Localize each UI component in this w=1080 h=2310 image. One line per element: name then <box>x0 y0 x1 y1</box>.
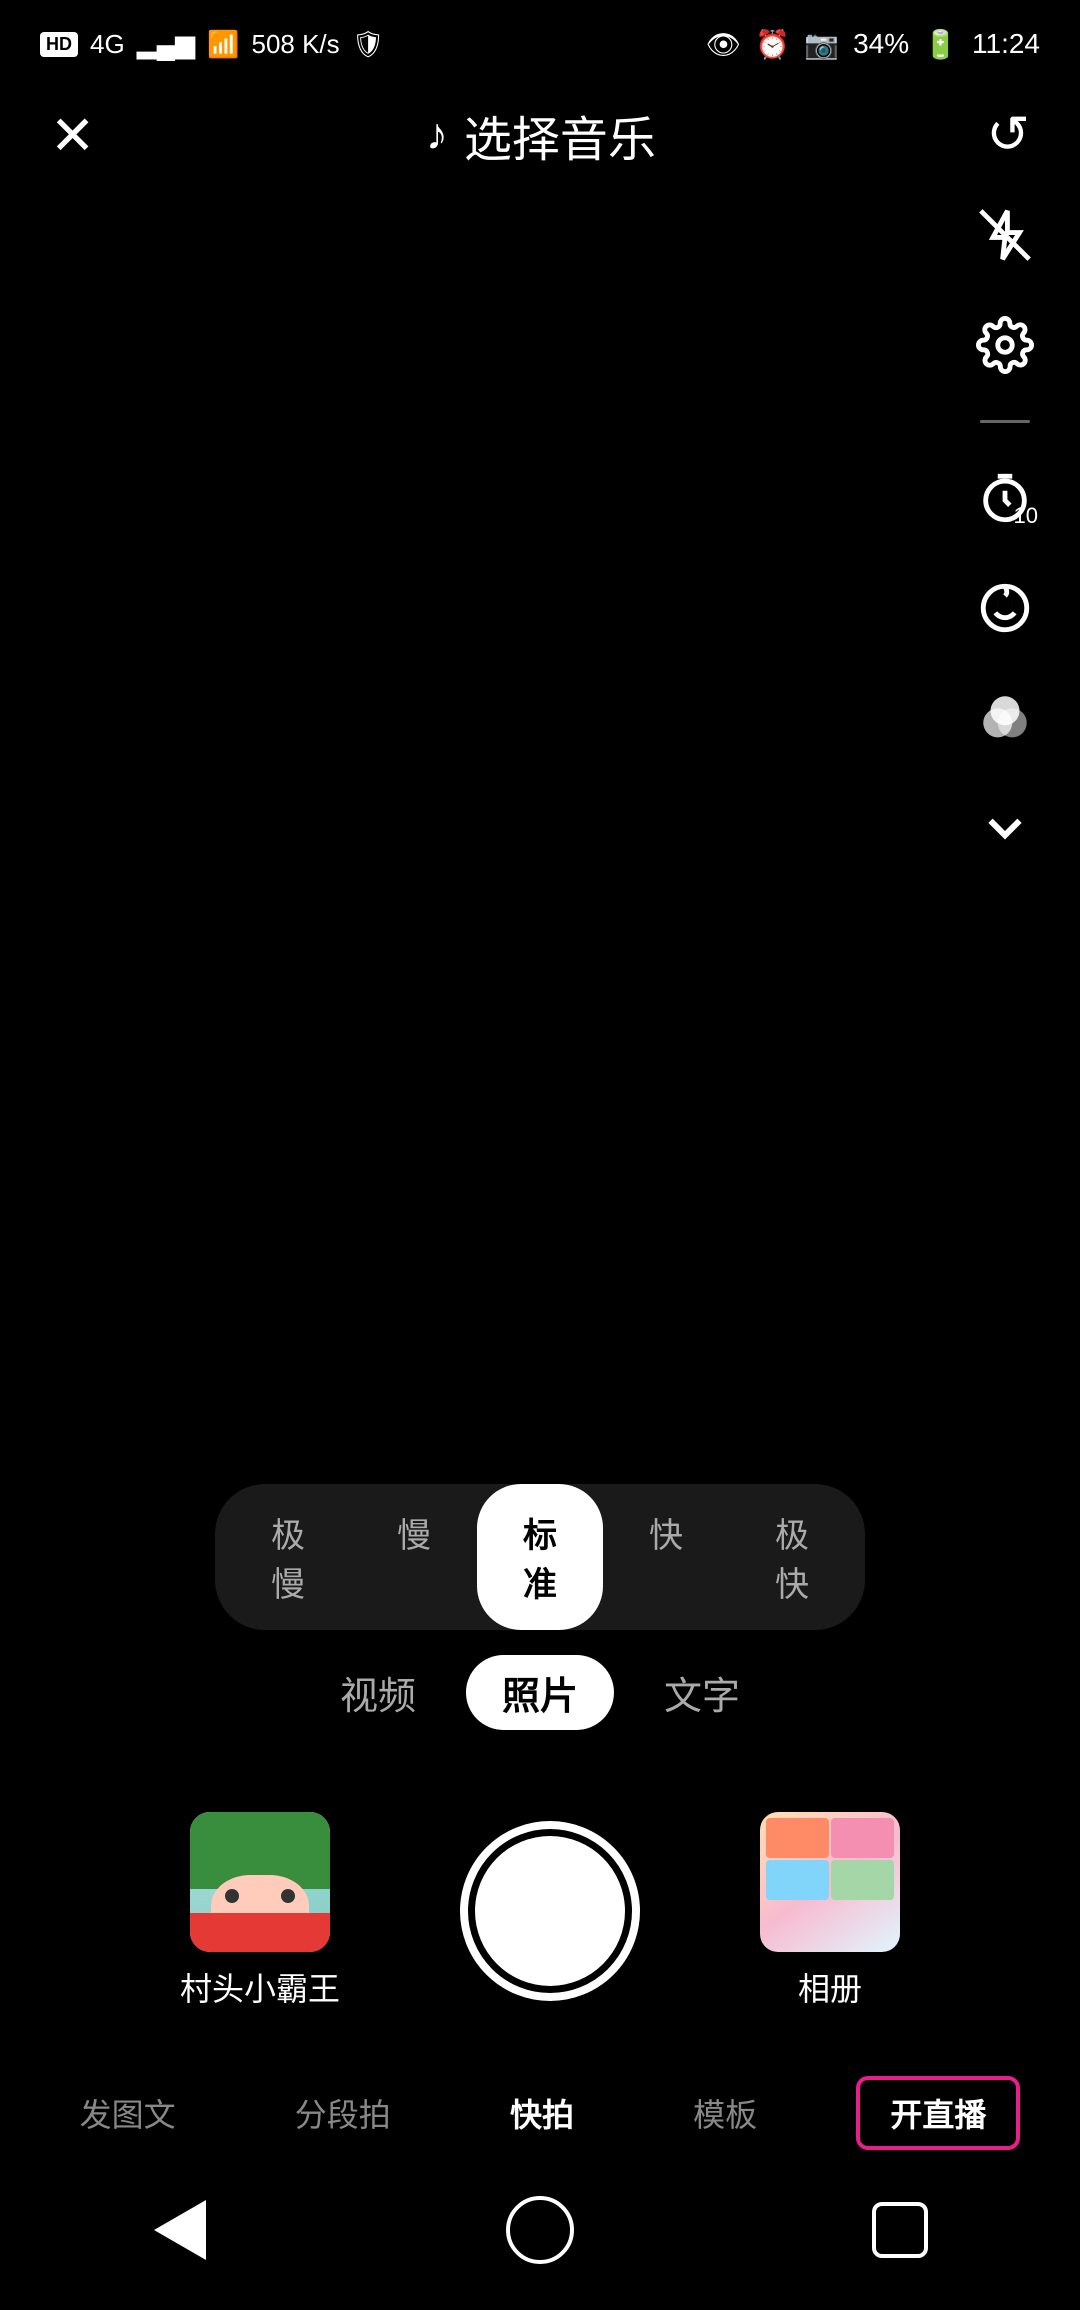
album-cell-4 <box>831 1860 894 1900</box>
tab-segmented[interactable]: 分段拍 <box>275 2080 411 2146</box>
wifi-icon: 📶 <box>207 29 239 60</box>
camera-controls: 村头小霸王 相册 <box>0 1812 1080 2010</box>
settings-button[interactable] <box>970 310 1040 380</box>
tab-quick-photo[interactable]: 快拍 <box>490 2080 594 2146</box>
baby-eyes <box>225 1889 295 1903</box>
expand-button[interactable] <box>970 793 1040 863</box>
album-cell-3 <box>766 1860 829 1900</box>
back-icon <box>154 2200 206 2260</box>
shield-icon: 🛡 <box>352 29 385 60</box>
header: ✕ ♪ 选择音乐 ↺ <box>0 80 1080 190</box>
battery-percent: 34% <box>853 28 909 60</box>
baby-scarf <box>190 1913 330 1952</box>
home-icon <box>506 2196 574 2264</box>
page-title: 选择音乐 <box>464 100 656 170</box>
status-left: HD 4G ▂▄▆ 📶 508 K/s 🛡 <box>40 29 385 60</box>
flash-off-button[interactable] <box>970 200 1040 270</box>
avatar-image <box>190 1812 330 1952</box>
album-preview <box>760 1812 900 1952</box>
network-indicator: 4G <box>90 29 125 60</box>
clock: 11:24 <box>972 28 1040 60</box>
status-bar: HD 4G ▂▄▆ 📶 508 K/s 🛡 👁 ⏰ 📷 34% 🔋 11:24 <box>0 0 1080 80</box>
user-avatar[interactable]: 村头小霸王 <box>180 1812 340 2010</box>
speed-standard[interactable]: 标准 <box>477 1484 603 1630</box>
recents-icon <box>872 2202 928 2258</box>
eye-icon: 👁 <box>706 28 742 61</box>
shutter-inner <box>475 1836 625 1986</box>
bottom-tabs: 发图文 分段拍 快拍 模板 开直播 <box>0 2076 1080 2150</box>
tab-post[interactable]: 发图文 <box>60 2080 196 2146</box>
home-button[interactable] <box>500 2190 580 2270</box>
status-right: 👁 ⏰ 📷 34% 🔋 11:24 <box>706 28 1040 61</box>
nav-bar <box>0 2170 1080 2290</box>
battery-icon: 🔋 <box>923 28 958 61</box>
album-button[interactable]: 相册 <box>760 1812 900 2010</box>
timer-label: 10 <box>1014 503 1038 529</box>
album-row-bottom <box>766 1860 894 1900</box>
mode-selector: 视频 照片 文字 <box>340 1655 740 1730</box>
album-row-top <box>766 1818 894 1858</box>
hd-badge: HD <box>40 32 78 57</box>
speed-indicator: 508 K/s <box>251 29 339 60</box>
baby-face-illustration <box>190 1812 330 1952</box>
beauty-button[interactable] <box>970 573 1040 643</box>
close-button[interactable]: ✕ <box>50 104 95 167</box>
album-cell-1 <box>766 1818 829 1858</box>
speed-extremely-fast[interactable]: 极快 <box>729 1484 855 1630</box>
timer-button[interactable]: 10 <box>970 463 1040 533</box>
user-name-label: 村头小霸王 <box>180 1964 340 2010</box>
speed-fast[interactable]: 快 <box>603 1484 729 1630</box>
music-note-icon: ♪ <box>426 110 448 160</box>
recents-button[interactable] <box>860 2190 940 2270</box>
refresh-button[interactable]: ↺ <box>986 105 1030 165</box>
mode-photo[interactable]: 照片 <box>466 1655 614 1730</box>
header-title: ♪ 选择音乐 <box>426 100 656 170</box>
divider <box>980 420 1030 423</box>
album-cell-2 <box>831 1818 894 1858</box>
speed-selector: 极慢 慢 标准 快 极快 <box>215 1484 865 1630</box>
tab-template[interactable]: 模板 <box>673 2080 777 2146</box>
tab-live-stream[interactable]: 开直播 <box>856 2076 1020 2150</box>
mode-text[interactable]: 文字 <box>664 1665 740 1720</box>
shutter-button[interactable] <box>460 1821 640 2001</box>
camera-status-icon: 📷 <box>804 28 839 61</box>
speed-extremely-slow[interactable]: 极慢 <box>225 1484 351 1630</box>
back-button[interactable] <box>140 2190 220 2270</box>
color-filter-button[interactable] <box>970 683 1040 753</box>
speed-slow[interactable]: 慢 <box>351 1484 477 1630</box>
mode-video[interactable]: 视频 <box>340 1665 416 1720</box>
right-sidebar: 10 <box>970 200 1040 863</box>
baby-eye-right <box>281 1889 295 1903</box>
signal-bars: ▂▄▆ <box>137 29 195 60</box>
album-label: 相册 <box>798 1964 862 2010</box>
alarm-icon: ⏰ <box>755 28 790 61</box>
baby-eye-left <box>225 1889 239 1903</box>
